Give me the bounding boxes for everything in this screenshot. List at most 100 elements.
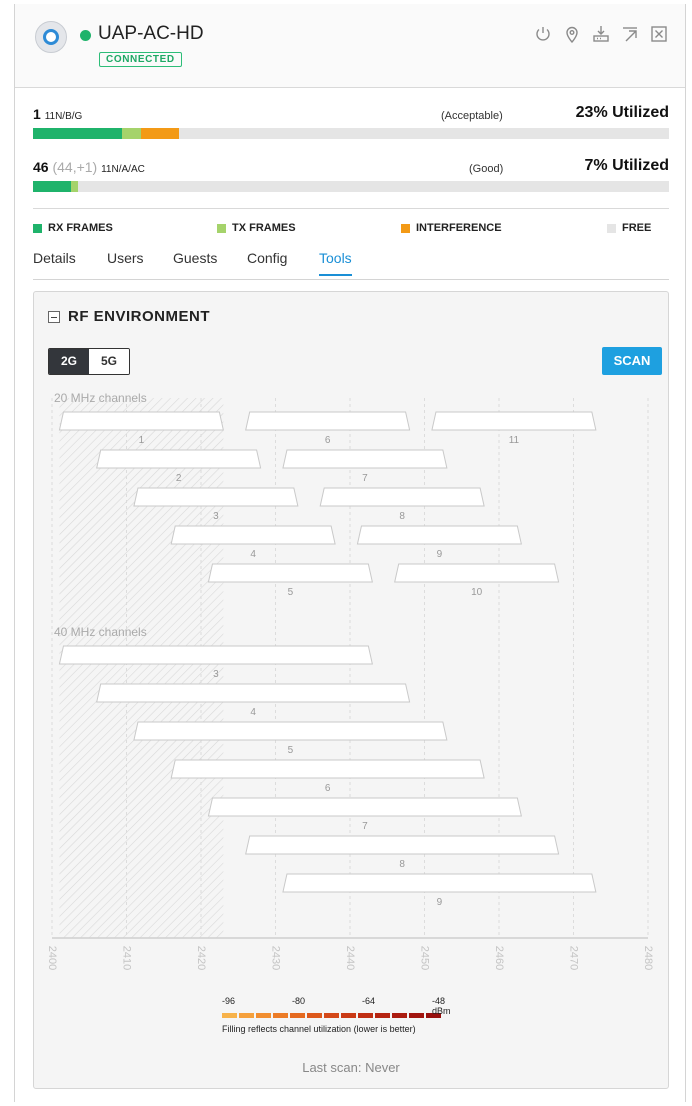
x-tick-label: 2480 (642, 946, 654, 970)
device-name: UAP-AC-HD (98, 23, 204, 44)
current-channel-highlight (59, 398, 224, 938)
scale-label: -96 (222, 996, 236, 1006)
channel-bar (133, 721, 448, 741)
rf-environment-header[interactable]: RF ENVIRONMENT (48, 308, 210, 325)
channel-bar (207, 797, 522, 817)
channel-label: 6 (325, 783, 331, 794)
x-tick-label: 2460 (493, 946, 505, 970)
channel-label: 6 (325, 435, 331, 446)
channel-bar (431, 411, 597, 431)
upgrade-icon[interactable] (591, 24, 611, 44)
channel-label: 5 (288, 745, 294, 756)
power-icon[interactable] (533, 24, 553, 44)
channel-chart: 2400 2410 2420 2430 2440 2450 2460 2470 2480 20 M… (34, 390, 670, 980)
scale-label: -48 dBm (432, 996, 451, 1016)
legend-swatch (401, 223, 410, 233)
radio-utilization: 7% Utilized (584, 157, 669, 174)
scale-segment (273, 1013, 288, 1018)
radio-channel: 1 11N/B/G (33, 106, 83, 122)
channel-bar (282, 449, 448, 469)
scale-segment (256, 1013, 271, 1018)
x-tick-label: 2410 (121, 946, 133, 970)
channel-chart-svg: 2400 2410 2420 2430 2440 2450 2460 2470 248020 M… (46, 391, 654, 970)
header-actions (533, 24, 669, 44)
scale-segment (239, 1013, 254, 1018)
legend-swatch (33, 223, 42, 233)
scan-button[interactable]: SCAN (602, 347, 662, 375)
x-tick-label: 2440 (344, 946, 356, 970)
scale-segment (341, 1013, 356, 1018)
utilization-bar (33, 181, 669, 192)
divider (33, 208, 669, 209)
legend-swatch (607, 223, 616, 233)
tab-guests[interactable]: Guests (173, 250, 217, 274)
channel-bar (319, 487, 485, 507)
channel-bar (170, 525, 336, 545)
channel-label: 5 (288, 587, 294, 598)
scale-segment (307, 1013, 322, 1018)
channel-bar (58, 411, 224, 431)
rf-environment-card: RF ENVIRONMENT 2G 5G SCAN 2400 2410 2420 24… (33, 291, 669, 1089)
channel-label: 9 (437, 897, 443, 908)
channel-label: 1 (139, 435, 145, 446)
tx-segment (122, 128, 142, 139)
radio-rating: (Good) (469, 163, 504, 175)
tab-tools[interactable]: Tools (319, 250, 352, 276)
channel-bar (96, 683, 411, 703)
card-title: RF ENVIRONMENT (68, 308, 210, 325)
scale-note: Filling reflects channel utilization (lo… (222, 1024, 416, 1034)
tab-config[interactable]: Config (247, 250, 287, 274)
scale-label: -80 (292, 996, 306, 1006)
interference-segment (141, 128, 180, 139)
legend-rx: RX FRAMES (33, 222, 113, 234)
channel-label: 4 (250, 707, 256, 718)
close-icon[interactable] (649, 24, 669, 44)
popout-icon[interactable] (620, 24, 640, 44)
collapse-icon[interactable] (48, 310, 60, 323)
scale-label: -64 (362, 996, 376, 1006)
scale-gradient (222, 1013, 462, 1018)
radio-rating: (Acceptable) (441, 110, 503, 122)
tx-segment (71, 181, 78, 192)
rx-segment (33, 128, 123, 139)
device-panel: UAP-AC-HD CONNECTED 1 11N/B/G (Acceptabl… (14, 4, 686, 1102)
section-label: 40 MHz channels (54, 625, 147, 639)
channel-bar (245, 835, 560, 855)
status-badge: CONNECTED (99, 52, 182, 67)
device-header: UAP-AC-HD CONNECTED (15, 4, 685, 88)
last-scan-text: Last scan: Never (302, 1060, 400, 1075)
status-dot (80, 30, 91, 41)
channel-label: 3 (213, 511, 219, 522)
channel-bar (170, 759, 485, 779)
locate-icon[interactable] (562, 24, 582, 44)
utilization-legend: RX FRAMES TX FRAMES INTERFERENCE FREE (33, 222, 669, 238)
radio-utilization: 23% Utilized (575, 104, 669, 121)
channel-label: 9 (437, 549, 443, 560)
band-5g-button[interactable]: 5G (89, 349, 129, 374)
band-toggle: 2G 5G (48, 348, 130, 375)
channel-label: 10 (471, 587, 483, 598)
scale-segment (358, 1013, 373, 1018)
scale-segment (290, 1013, 305, 1018)
channel-bar (245, 411, 411, 431)
legend-interference: INTERFERENCE (401, 222, 502, 234)
tab-details[interactable]: Details (33, 250, 76, 274)
channel-label: 8 (399, 859, 405, 870)
x-tick-label: 2430 (270, 946, 282, 970)
channel-label: 7 (362, 821, 368, 832)
legend-tx: TX FRAMES (217, 222, 296, 234)
x-tick-label: 2420 (195, 946, 207, 970)
channel-label: 2 (176, 473, 182, 484)
x-tick-label: 2470 (568, 946, 580, 970)
rx-segment (33, 181, 72, 192)
band-2g-button[interactable]: 2G (49, 349, 89, 374)
channel-label: 4 (250, 549, 256, 560)
access-point-icon (35, 21, 67, 53)
tab-users[interactable]: Users (107, 250, 144, 274)
section-label: 20 MHz channels (54, 391, 147, 405)
scale-segment (324, 1013, 339, 1018)
utilization-bar (33, 128, 669, 139)
scale-segment (409, 1013, 424, 1018)
x-tick-label: 2450 (419, 946, 431, 970)
channel-bar (58, 645, 373, 665)
